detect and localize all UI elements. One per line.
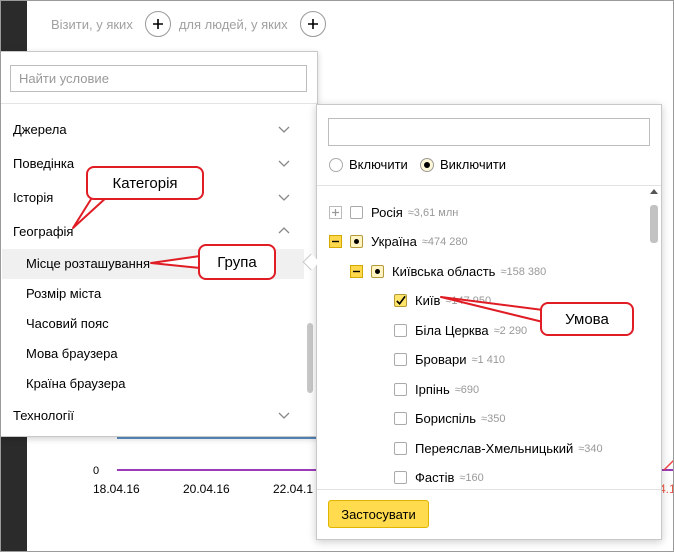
checkbox[interactable] [350, 235, 363, 248]
y-axis-zero-label: 0 [93, 465, 100, 477]
chevron-down-icon [278, 194, 290, 201]
tree-item-label: Біла Церква [415, 323, 489, 338]
tree-item-irpin: Ірпінь ≈690 [394, 382, 479, 397]
category-history[interactable]: Історія [13, 190, 53, 205]
collapse-icon[interactable] [350, 265, 363, 278]
scrollbar-thumb[interactable] [650, 205, 658, 243]
tree-item-count: ≈158 380 [500, 265, 547, 278]
checkbox[interactable] [394, 412, 407, 425]
people-label: для людей, у яких [178, 16, 288, 32]
scroll-up-icon[interactable] [650, 189, 658, 194]
group-timezone[interactable]: Часовий пояс [26, 316, 109, 331]
chevron-up-icon [278, 227, 290, 234]
tree-item-pereiaslav: Переяслав-Хмельницький ≈340 [394, 441, 603, 456]
tree-item-count: ≈1 410 [471, 353, 506, 366]
chevron-down-icon [278, 160, 290, 167]
tree-item-count: ≈350 [481, 412, 506, 425]
group-city-size[interactable]: Розмір міста [26, 286, 101, 301]
tree-item-count: ≈147 950 [445, 294, 492, 307]
radio-exclude[interactable] [420, 157, 434, 172]
tree-item-count: ≈474 280 [421, 235, 468, 248]
radio-include-label: Включити [349, 157, 408, 172]
checkbox[interactable] [394, 471, 407, 484]
chevron-down-icon [278, 126, 290, 133]
tree-item-label: Київ [415, 293, 441, 308]
checkbox[interactable] [394, 442, 407, 455]
visits-label: Візити, у яких [51, 16, 133, 32]
checkbox[interactable] [350, 206, 363, 219]
category-behavior[interactable]: Поведінка [13, 156, 74, 171]
radio-exclude-option[interactable]: Виключити [420, 157, 506, 172]
callout-condition: Умова [540, 302, 634, 336]
tree-item-boryspil: Бориспіль ≈350 [394, 411, 505, 426]
tree-item-bila-tserkva: Біла Церква ≈2 290 [394, 323, 527, 338]
checkbox[interactable] [394, 383, 407, 396]
callout-category: Категорія [86, 166, 204, 200]
segment-bar: Візити, у яких для людей, у яких [51, 10, 334, 38]
x-axis-date-label: 22.04.1 [273, 482, 314, 496]
checkbox-checked[interactable] [394, 294, 407, 307]
plus-icon [152, 19, 163, 29]
tree-item-label: Росія [371, 205, 403, 220]
tree-item-count: ≈340 [578, 442, 603, 455]
tree-item-russia: Росія ≈3,61 млн [329, 205, 458, 220]
radio-include-option[interactable]: Включити [329, 157, 408, 172]
add-visit-condition-button[interactable] [144, 11, 171, 37]
tree-item-kyiv-oblast: Київська область ≈158 380 [350, 264, 546, 279]
plus-icon [307, 19, 318, 29]
collapse-icon[interactable] [329, 235, 342, 248]
callout-group: Група [198, 244, 276, 280]
checkbox[interactable] [394, 353, 407, 366]
tree-item-count: ≈3,61 млн [407, 206, 459, 219]
category-geography[interactable]: Географія [13, 224, 73, 239]
chevron-down-icon [278, 412, 290, 419]
tree-item-label: Фастів [415, 470, 455, 485]
group-browser-language[interactable]: Мова браузера [26, 346, 118, 361]
group-browser-country[interactable]: Країна браузера [26, 376, 125, 391]
divider [317, 489, 661, 490]
checkmark-icon [396, 295, 406, 305]
apply-button[interactable]: Застосувати [328, 500, 429, 528]
radio-include[interactable] [329, 157, 343, 172]
x-axis-date-label: 20.04.16 [183, 482, 230, 496]
tree-item-label: Україна [371, 234, 417, 249]
add-people-condition-button[interactable] [299, 11, 326, 37]
tree-item-label: Ірпінь [415, 382, 450, 397]
radio-exclude-label: Виключити [440, 157, 507, 172]
category-sources[interactable]: Джерела [13, 122, 67, 137]
tree-item-brovary: Бровари ≈1 410 [394, 352, 505, 367]
scrollbar-thumb[interactable] [307, 323, 313, 393]
tree-item-fastiv: Фастів ≈160 [394, 470, 484, 485]
group-location[interactable]: Місце розташування [26, 256, 150, 271]
tree-item-kyiv: Київ ≈147 950 [394, 293, 491, 308]
tree-item-count: ≈690 [454, 383, 480, 396]
checkbox[interactable] [371, 265, 384, 278]
x-axis-date-label: 18.04.16 [93, 482, 140, 496]
divider [1, 103, 317, 104]
tree-item-count: ≈160 [459, 471, 484, 484]
tree-item-label: Бровари [415, 352, 467, 367]
condition-search-input[interactable] [10, 65, 307, 92]
tree-item-label: Переяслав-Хмельницький [415, 441, 574, 456]
tree-item-label: Київська область [392, 264, 496, 279]
tree-item-count: ≈2 290 [493, 324, 528, 337]
tree-item-ukraine: Україна ≈474 280 [329, 234, 468, 249]
tree-scrollbar[interactable] [648, 187, 660, 489]
expand-icon[interactable] [329, 206, 342, 219]
location-search-input[interactable] [328, 118, 650, 146]
category-technologies[interactable]: Технології [13, 408, 74, 423]
divider [317, 185, 661, 186]
checkbox[interactable] [394, 324, 407, 337]
tree-item-label: Бориспіль [415, 411, 477, 426]
